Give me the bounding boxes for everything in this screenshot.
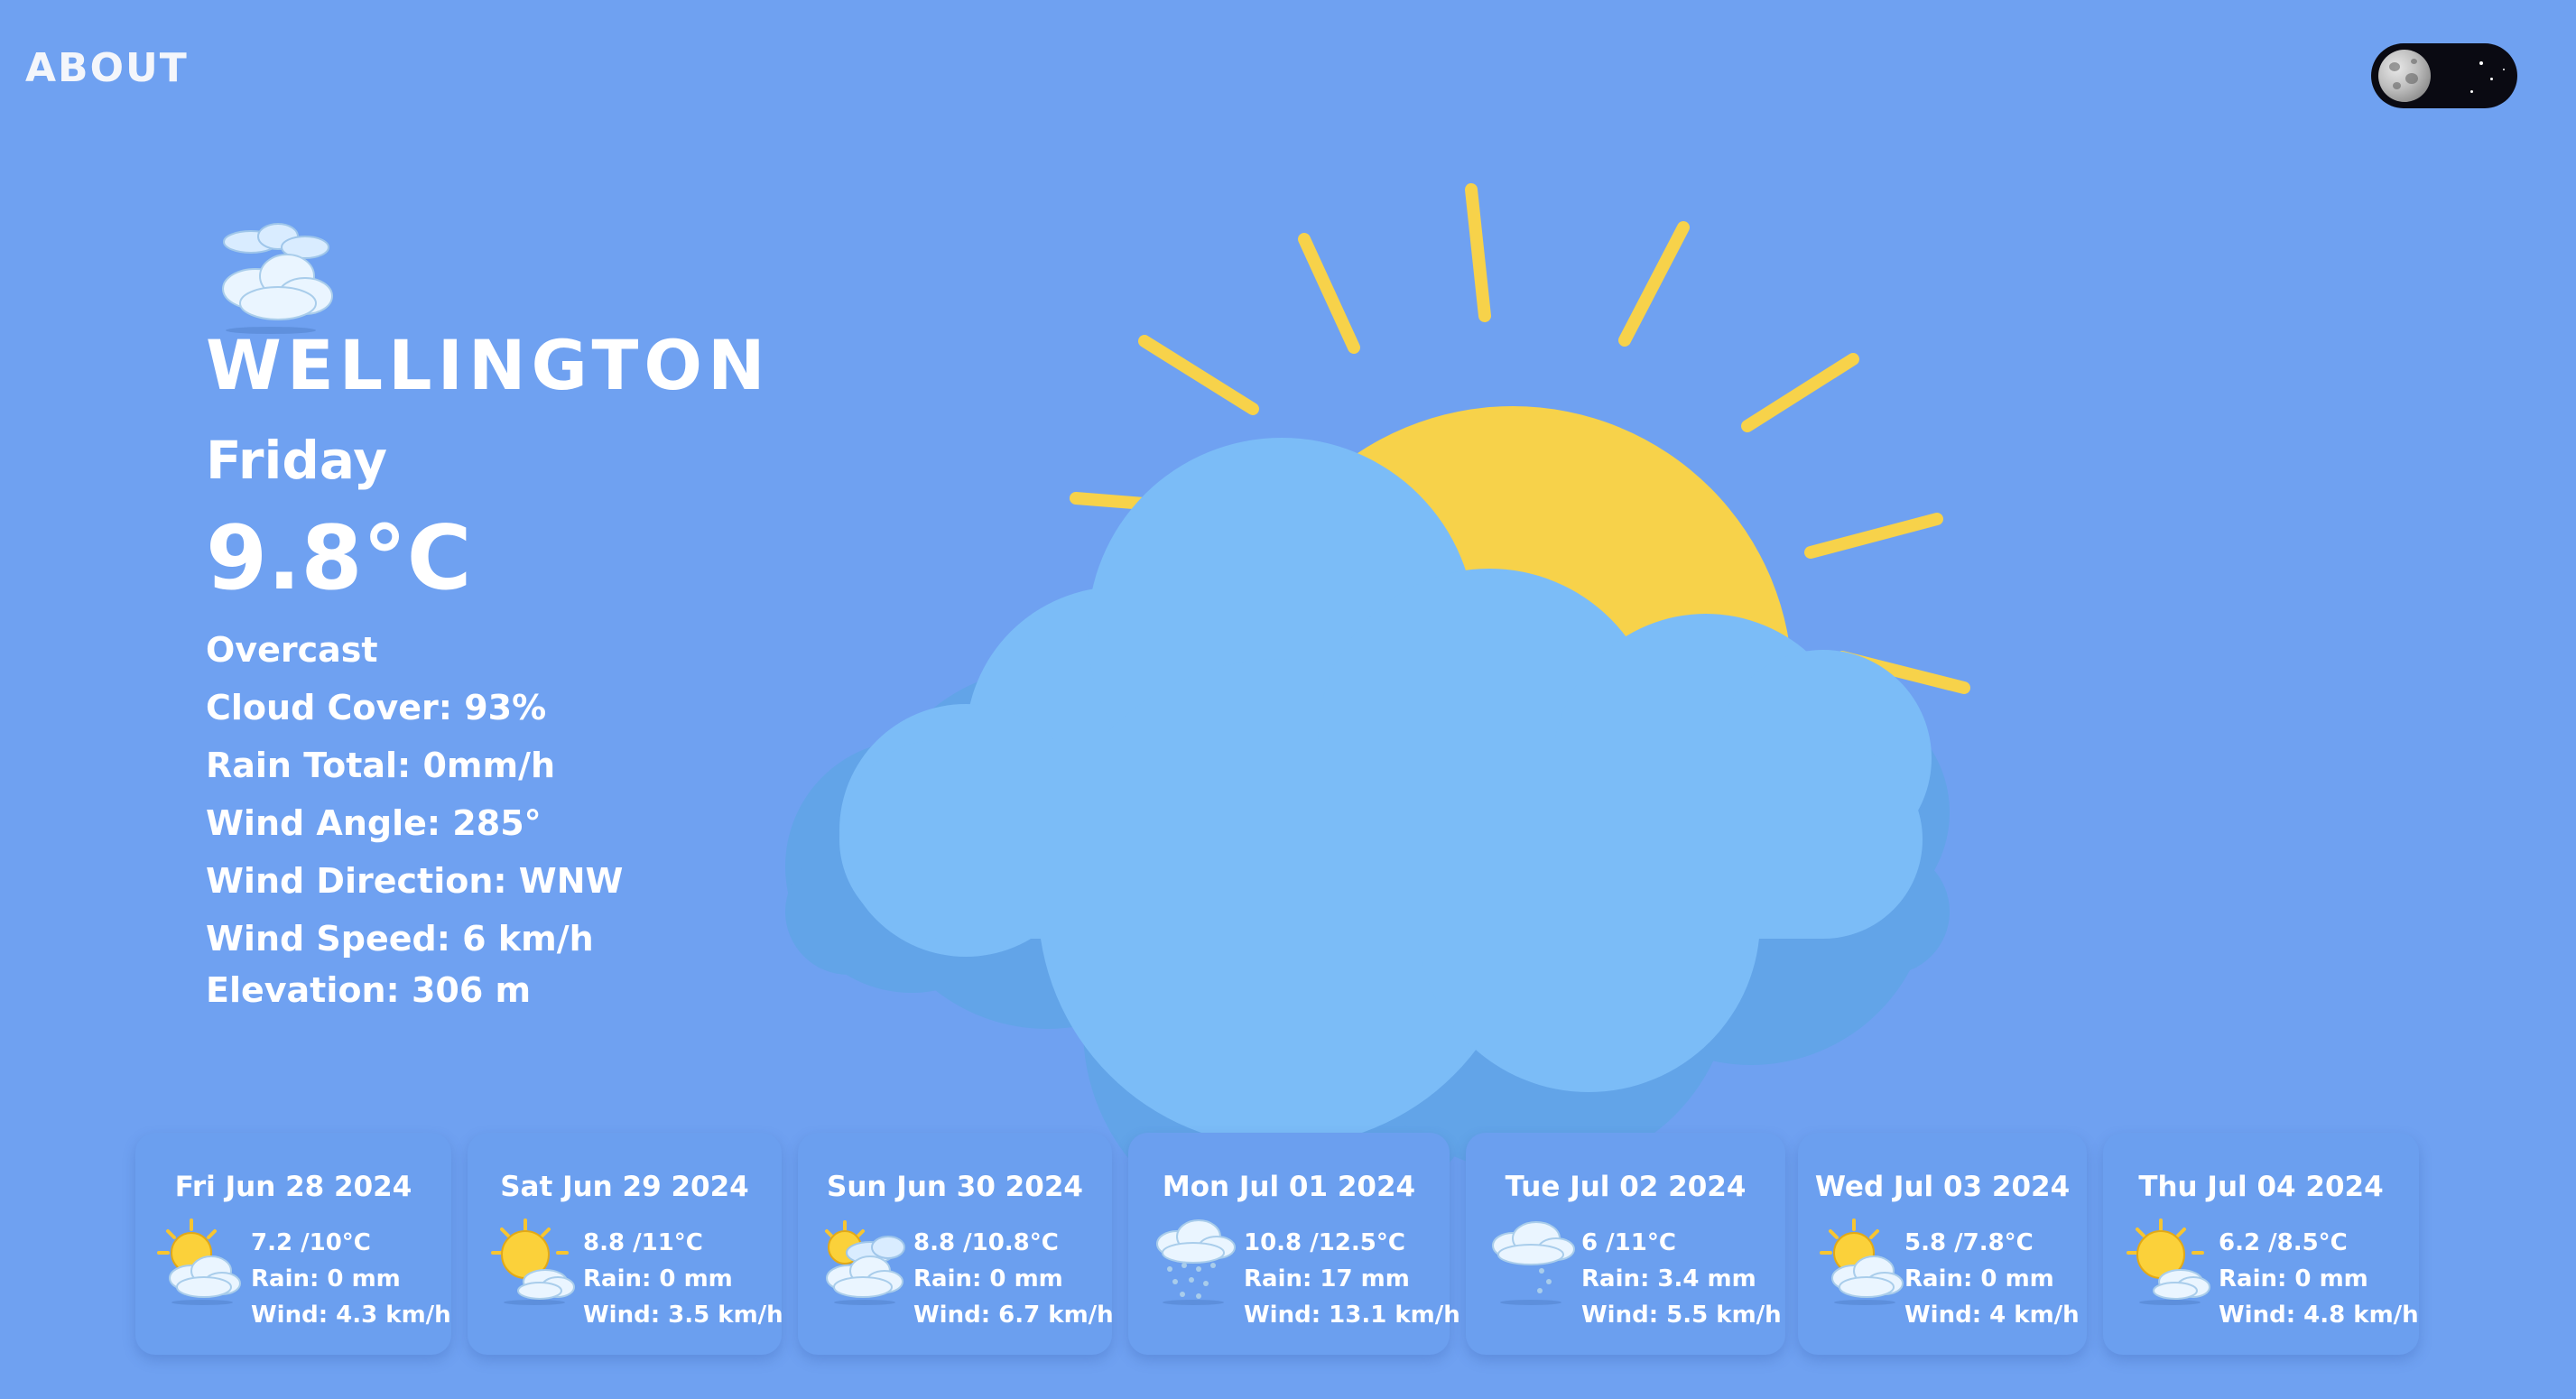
mostly-cloudy-icon	[825, 1220, 905, 1305]
day-name: Friday	[206, 430, 388, 491]
rain-cloud-icon	[1156, 1219, 1236, 1305]
weather-details: Overcast Cloud Cover: 93% Rain Total: 0m…	[206, 621, 623, 1013]
forecast-date: Sat Jun 29 2024	[500, 1171, 749, 1203]
forecast-date: Mon Jul 01 2024	[1162, 1171, 1416, 1203]
wind-speed-text: Wind Speed: 6 km/h	[206, 919, 594, 959]
forecast-date: Tue Jul 02 2024	[1505, 1171, 1747, 1203]
forecast-info: 7.2 /10°C Rain: 0 mm Wind: 4.3 km/h	[251, 1225, 451, 1333]
forecast-date: Fri Jun 28 2024	[174, 1171, 412, 1203]
sun-behind-cloud-icon	[491, 1218, 575, 1305]
cloud-cover-text: Cloud Cover: 93%	[206, 688, 547, 727]
condition-text: Overcast	[206, 630, 378, 670]
elevation-text: Elevation: 306 m	[206, 970, 532, 1010]
forecast-card[interactable]: Mon Jul 01 2024 10.8 /12.5°C Rain: 17 mm…	[1128, 1133, 1460, 1355]
rain-total-text: Rain Total: 0mm/h	[206, 746, 556, 785]
about-link[interactable]: ABOUT	[25, 45, 189, 91]
forecast-rain: Rain: 0 mm	[1904, 1265, 2054, 1292]
moon-icon	[2378, 50, 2431, 102]
forecast-rain: Rain: 0 mm	[2219, 1265, 2368, 1292]
forecast-info: 6.2 /8.5°C Rain: 0 mm Wind: 4.8 km/h	[2219, 1225, 2419, 1333]
partly-cloudy-icon	[1820, 1218, 1904, 1305]
forecast-info: 6 /11°C Rain: 3.4 mm Wind: 5.5 km/h	[1581, 1225, 1782, 1333]
forecast-rain: Rain: 3.4 mm	[1581, 1265, 1756, 1292]
forecast-rain: Rain: 17 mm	[1244, 1265, 1410, 1292]
wind-angle-text: Wind Angle: 285°	[206, 803, 542, 843]
forecast-temp: 8.8 /11°C	[583, 1229, 703, 1256]
theme-toggle[interactable]	[2371, 43, 2517, 108]
forecast-wind: Wind: 5.5 km/h	[1581, 1302, 1782, 1329]
forecast-rain: Rain: 0 mm	[913, 1265, 1063, 1292]
weather-app: ABOUT WELLINGTON Friday 9.8°C Overcast C…	[0, 0, 2576, 1399]
current-temperature: 9.8°C	[206, 507, 472, 610]
sun-behind-cloud-icon	[2127, 1218, 2210, 1305]
forecast-card[interactable]: Sat Jun 29 2024 8.8 /11°C Rain: 0 mm Win…	[468, 1133, 783, 1355]
forecast-temp: 5.8 /7.8°C	[1904, 1229, 2034, 1256]
forecast-card[interactable]: Sun Jun 30 2024 8.8 /10.8°C Rain: 0 mm W…	[798, 1133, 1114, 1355]
forecast-temp: 6 /11°C	[1581, 1229, 1676, 1256]
forecast-rain: Rain: 0 mm	[583, 1265, 733, 1292]
forecast-date: Thu Jul 04 2024	[2138, 1171, 2384, 1203]
partly-cloudy-icon	[157, 1218, 241, 1305]
forecast-card[interactable]: Wed Jul 03 2024 5.8 /7.8°C Rain: 0 mm Wi…	[1798, 1133, 2087, 1355]
forecast-card[interactable]: Thu Jul 04 2024 6.2 /8.5°C Rain: 0 mm Wi…	[2103, 1133, 2419, 1355]
forecast-info: 8.8 /11°C Rain: 0 mm Wind: 3.5 km/h	[583, 1225, 783, 1333]
forecast-card[interactable]: Tue Jul 02 2024 6 /11°C Rain: 3.4 mm Win…	[1466, 1133, 1785, 1355]
forecast-temp: 10.8 /12.5°C	[1244, 1229, 1405, 1256]
forecast-date: Wed Jul 03 2024	[1814, 1171, 2071, 1203]
forecast-card[interactable]: Fri Jun 28 2024 7.2 /10°C Rain: 0 mm Win…	[135, 1133, 451, 1355]
sun-behind-cloud-icon	[785, 183, 1970, 1182]
wind-direction-text: Wind Direction: WNW	[206, 861, 624, 901]
forecast-info: 10.8 /12.5°C Rain: 17 mm Wind: 13.1 km/h	[1244, 1225, 1460, 1333]
forecast-temp: 8.8 /10.8°C	[913, 1229, 1059, 1256]
forecast-info: 5.8 /7.8°C Rain: 0 mm Wind: 4 km/h	[1904, 1225, 2080, 1333]
forecast-wind: Wind: 6.7 km/h	[913, 1302, 1114, 1329]
forecast-info: 8.8 /10.8°C Rain: 0 mm Wind: 6.7 km/h	[913, 1225, 1114, 1333]
forecast-date: Sun Jun 30 2024	[827, 1171, 1083, 1203]
light-rain-cloud-icon	[1492, 1221, 1575, 1305]
forecast-temp: 6.2 /8.5°C	[2219, 1229, 2348, 1256]
forecast-wind: Wind: 4.3 km/h	[251, 1302, 451, 1329]
forecast-wind: Wind: 4.8 km/h	[2219, 1302, 2419, 1329]
cloudy-icon	[222, 223, 333, 334]
forecast-wind: Wind: 4 km/h	[1904, 1302, 2080, 1329]
forecast-wind: Wind: 13.1 km/h	[1244, 1302, 1460, 1329]
forecast-rain: Rain: 0 mm	[251, 1265, 401, 1292]
forecast-temp: 7.2 /10°C	[251, 1229, 371, 1256]
forecast-wind: Wind: 3.5 km/h	[583, 1302, 783, 1329]
